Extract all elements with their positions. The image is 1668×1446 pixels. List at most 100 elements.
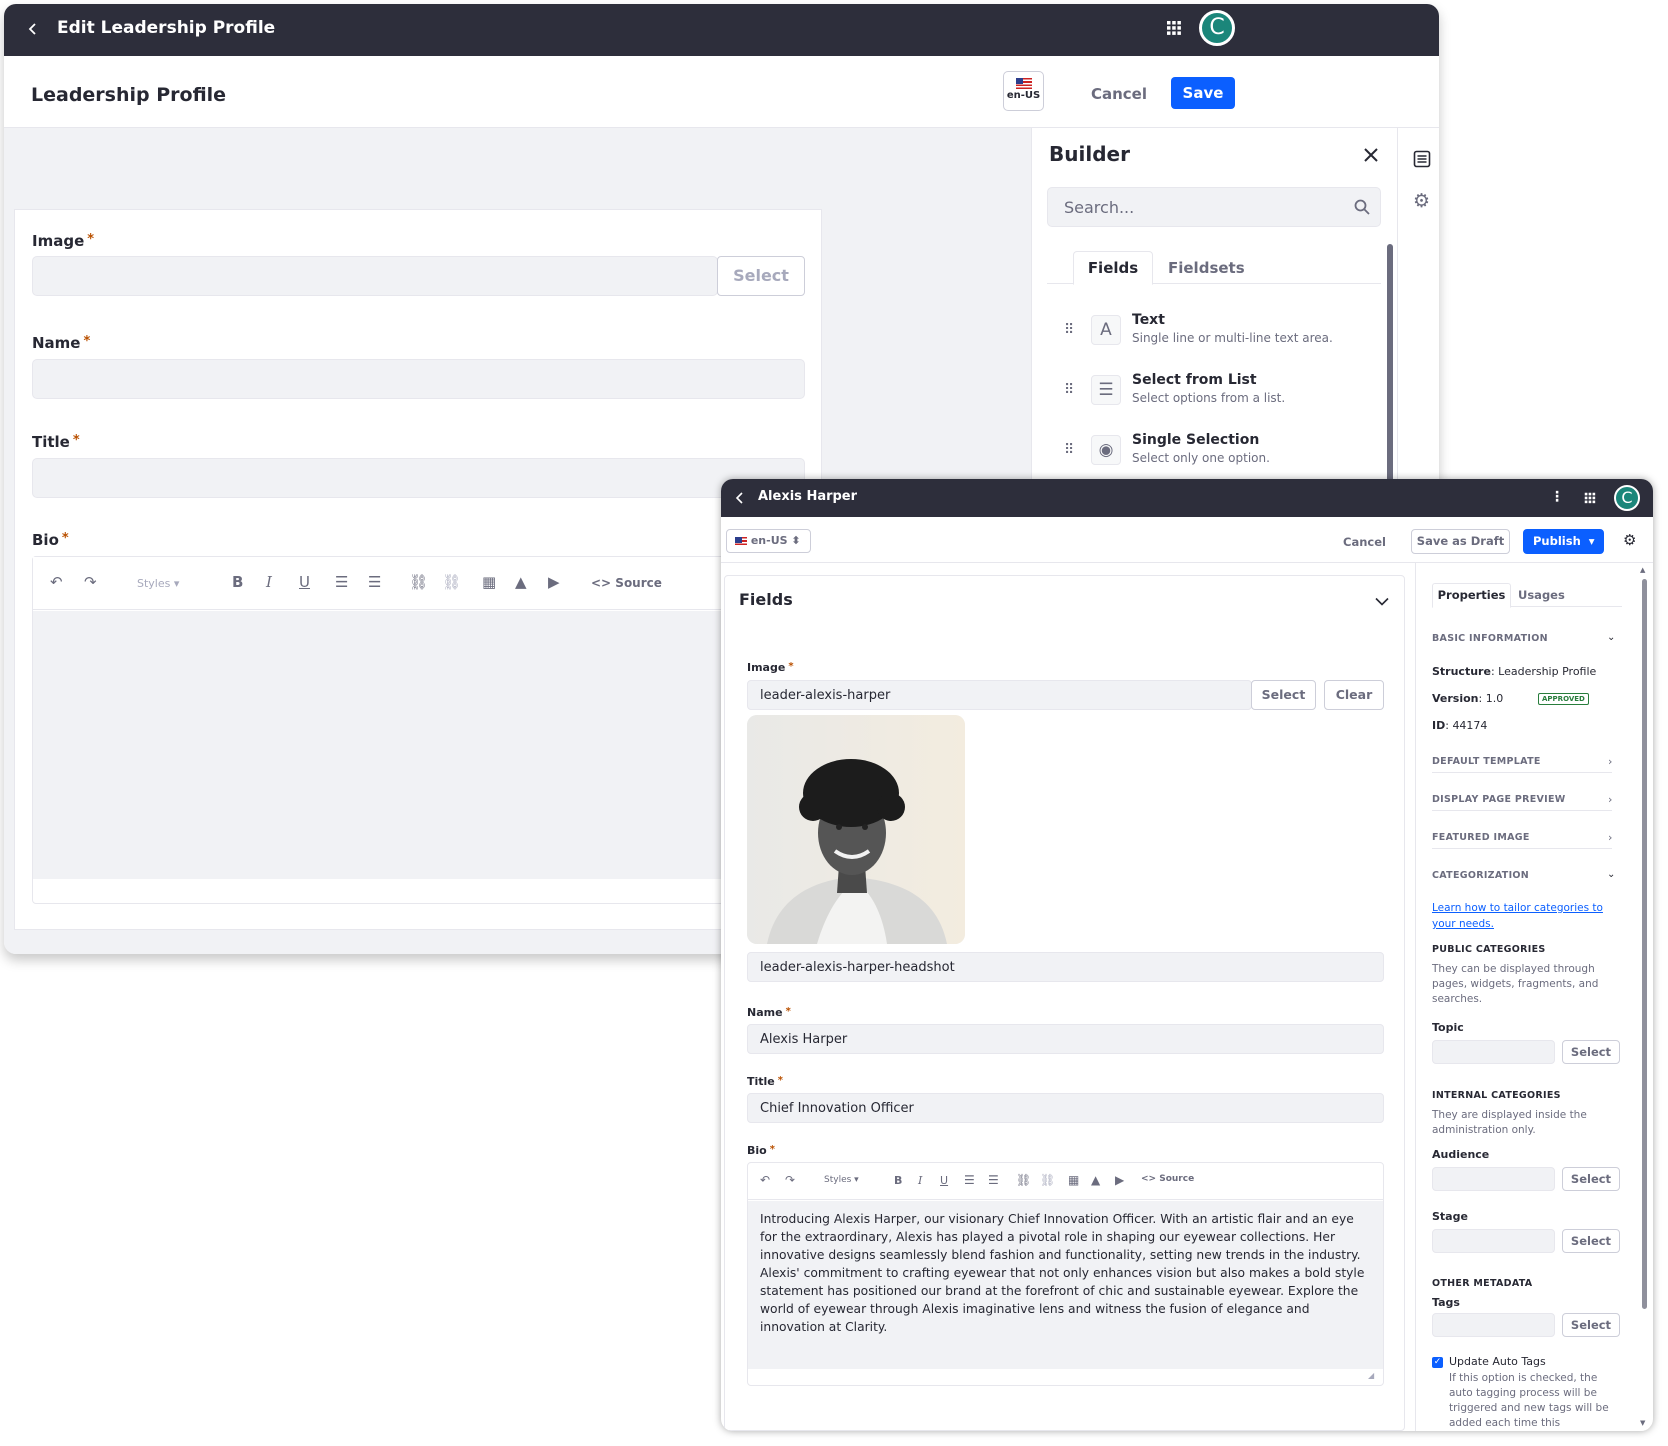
video-icon[interactable]: ▶ xyxy=(1115,1173,1124,1187)
back-icon[interactable] xyxy=(26,22,40,36)
chevron-right-icon[interactable]: › xyxy=(1608,755,1612,768)
save-button[interactable]: Save xyxy=(1171,77,1235,109)
bio-editor: ↶ ↷ Styles ▾ B I U ☰ ☰ ⛓ ⛓ ▦ ▲ ▶ <> Sour… xyxy=(32,556,805,904)
underline-icon[interactable]: U xyxy=(940,1174,948,1187)
italic-icon[interactable]: I xyxy=(918,1174,922,1187)
link-icon[interactable]: ⛓ xyxy=(1016,1173,1031,1187)
resize-handle-icon[interactable]: ◢ xyxy=(1368,1371,1374,1380)
chevron-down-icon[interactable]: ⌄ xyxy=(1607,632,1615,643)
image-select-button[interactable]: Select xyxy=(1251,680,1316,710)
image-field-input[interactable]: leader-alexis-harper xyxy=(747,680,1252,710)
stage-select-button[interactable]: Select xyxy=(1562,1229,1620,1253)
image-icon[interactable]: ▲ xyxy=(515,573,527,591)
unlink-icon[interactable]: ⛓ xyxy=(442,573,461,591)
topic-input[interactable] xyxy=(1432,1040,1555,1064)
close-icon[interactable] xyxy=(1363,147,1379,163)
topic-select-button[interactable]: Select xyxy=(1562,1040,1620,1064)
name-field-input[interactable]: Alexis Harper xyxy=(747,1024,1384,1054)
source-button[interactable]: <> Source xyxy=(1141,1174,1194,1184)
builder-field-select-from-list[interactable]: ⠿ ☰ Select from List Select options from… xyxy=(1064,370,1364,416)
bulleted-list-icon[interactable]: ☰ xyxy=(988,1173,999,1187)
learn-categories-link[interactable]: Learn how to tailor categories to your n… xyxy=(1432,900,1612,932)
image-field-input[interactable] xyxy=(32,256,718,296)
scroll-down-icon[interactable]: ▼ xyxy=(1640,1419,1645,1427)
name-field-input[interactable] xyxy=(32,359,805,399)
bold-icon[interactable]: B xyxy=(894,1174,902,1187)
undo-icon[interactable]: ↶ xyxy=(50,573,63,591)
drag-handle-icon[interactable]: ⠿ xyxy=(1064,382,1074,398)
editor-content[interactable] xyxy=(33,611,804,879)
tags-select-button[interactable]: Select xyxy=(1562,1313,1620,1337)
image-clear-button[interactable]: Clear xyxy=(1324,680,1384,710)
bulleted-list-icon[interactable]: ☰ xyxy=(368,573,381,591)
builder-scrollbar[interactable] xyxy=(1387,244,1393,484)
apps-grid-icon[interactable] xyxy=(1166,20,1182,36)
cancel-button[interactable]: Cancel xyxy=(1343,535,1386,549)
builder-field-text[interactable]: ⠿ A Text Single line or multi-line text … xyxy=(1064,310,1364,356)
user-avatar[interactable]: C xyxy=(1614,485,1640,511)
chevron-right-icon[interactable]: › xyxy=(1608,793,1612,806)
sidebar-scrollbar[interactable] xyxy=(1642,579,1647,1309)
section-basic-information[interactable]: BASIC INFORMATION xyxy=(1432,633,1548,644)
redo-icon[interactable]: ↷ xyxy=(785,1173,795,1187)
title-field-input[interactable] xyxy=(32,458,805,498)
underline-icon[interactable]: U xyxy=(299,573,310,591)
tab-properties[interactable]: Properties xyxy=(1432,583,1511,608)
table-icon[interactable]: ▦ xyxy=(1068,1173,1079,1187)
form-builder-icon[interactable] xyxy=(1413,150,1431,168)
link-icon[interactable]: ⛓ xyxy=(409,573,428,591)
section-categorization[interactable]: CATEGORIZATION xyxy=(1432,870,1529,881)
drag-handle-icon[interactable]: ⠿ xyxy=(1064,322,1074,338)
locale-selector[interactable]: en-US ⬍ xyxy=(726,529,811,553)
tab-fields[interactable]: Fields xyxy=(1073,251,1153,285)
image-select-button[interactable]: Select xyxy=(717,256,805,296)
drag-handle-icon[interactable]: ⠿ xyxy=(1064,442,1074,458)
section-default-template[interactable]: DEFAULT TEMPLATE xyxy=(1432,756,1541,767)
gear-icon[interactable]: ⚙ xyxy=(1623,531,1636,549)
tags-input[interactable] xyxy=(1432,1313,1555,1337)
tab-fieldsets[interactable]: Fieldsets xyxy=(1168,259,1245,277)
cancel-button[interactable]: Cancel xyxy=(1076,78,1162,110)
publish-button[interactable]: Publish ▾ xyxy=(1523,529,1604,554)
italic-icon[interactable]: I xyxy=(266,573,272,591)
styles-dropdown[interactable]: Styles ▾ xyxy=(824,1175,859,1185)
locale-selector[interactable]: en-US xyxy=(1003,71,1044,111)
save-draft-button[interactable]: Save as Draft xyxy=(1411,529,1510,554)
source-button[interactable]: <> Source xyxy=(591,576,662,590)
section-display-page-preview[interactable]: DISPLAY PAGE PREVIEW xyxy=(1432,794,1566,805)
table-icon[interactable]: ▦ xyxy=(482,573,496,591)
section-featured-image[interactable]: FEATURED IMAGE xyxy=(1432,832,1530,843)
stage-input[interactable] xyxy=(1432,1229,1555,1253)
bio-field-label: Bio * xyxy=(747,1144,775,1157)
chevron-down-icon[interactable]: ⌄ xyxy=(1607,869,1615,880)
locale-label: en-US xyxy=(1006,89,1041,101)
numbered-list-icon[interactable]: ☰ xyxy=(964,1173,975,1187)
title-field-input[interactable]: Chief Innovation Officer xyxy=(747,1093,1384,1123)
builder-field-single-selection[interactable]: ⠿ ◉ Single Selection Select only one opt… xyxy=(1064,430,1364,476)
bio-content[interactable]: Introducing Alexis Harper, our visionary… xyxy=(748,1201,1383,1369)
numbered-list-icon[interactable]: ☰ xyxy=(335,573,348,591)
scroll-up-icon[interactable]: ▲ xyxy=(1640,566,1645,574)
unlink-icon[interactable]: ⛓ xyxy=(1040,1173,1055,1187)
gear-icon[interactable]: ⚙ xyxy=(1413,190,1430,212)
image-icon[interactable]: ▲ xyxy=(1091,1173,1100,1187)
redo-icon[interactable]: ↷ xyxy=(84,573,97,591)
field-desc: Select only one option. xyxy=(1132,451,1270,465)
chevron-down-icon[interactable] xyxy=(1375,597,1389,606)
tab-usages[interactable]: Usages xyxy=(1518,588,1565,602)
video-icon[interactable]: ▶ xyxy=(548,573,560,591)
bold-icon[interactable]: B xyxy=(232,573,243,591)
chevron-right-icon[interactable]: › xyxy=(1608,831,1612,844)
image-caption-input[interactable]: leader-alexis-harper-headshot xyxy=(747,952,1384,982)
more-options-icon[interactable]: ⋮ xyxy=(1550,489,1564,505)
builder-search-input[interactable]: Search... xyxy=(1047,187,1381,227)
audience-select-button[interactable]: Select xyxy=(1562,1167,1620,1191)
undo-icon[interactable]: ↶ xyxy=(760,1173,770,1187)
back-icon[interactable] xyxy=(735,492,745,504)
apps-grid-icon[interactable] xyxy=(1584,492,1596,504)
styles-dropdown[interactable]: Styles ▾ xyxy=(137,577,179,590)
auto-tags-checkbox[interactable]: ✓ xyxy=(1432,1357,1443,1368)
internal-categories-desc: They are displayed inside the administra… xyxy=(1432,1109,1587,1136)
audience-input[interactable] xyxy=(1432,1167,1555,1191)
user-avatar[interactable]: C xyxy=(1199,10,1235,46)
